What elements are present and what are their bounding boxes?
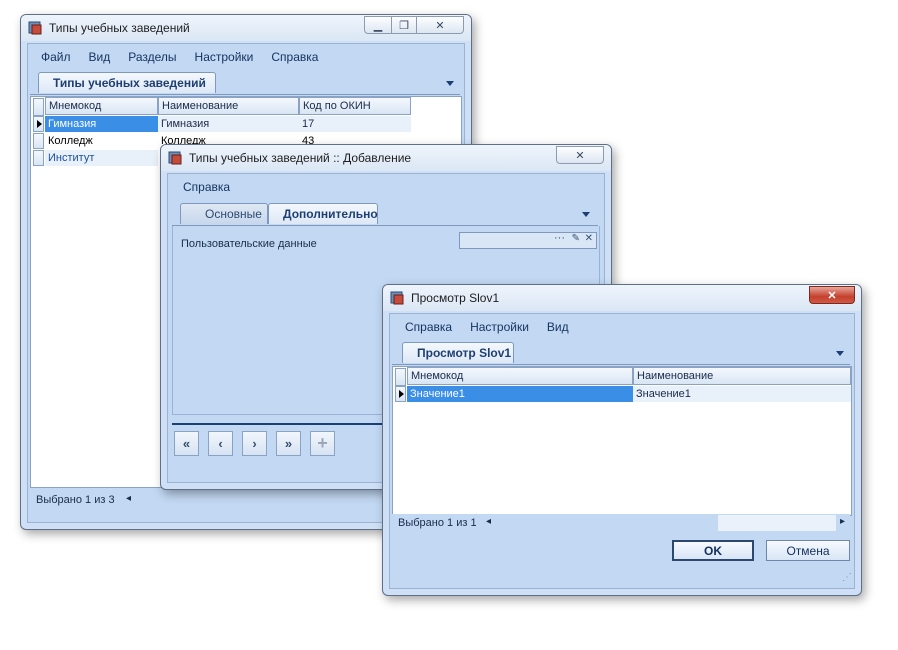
add-window-title: Типы учебных заведений :: Добавление (189, 151, 412, 165)
slov1-grid: Мнемокод Наименование Значение1 Значение… (392, 366, 852, 516)
view-menubar: Справка Настройки Вид (396, 316, 578, 338)
selection-status: Выбрано 1 из 1 (398, 517, 477, 529)
status-bar: Выбрано 1 из 1 ◂ ▸ (392, 514, 850, 532)
resize-grip-icon[interactable]: ⋰ (842, 572, 852, 583)
maximize-button[interactable]: ❐ (391, 16, 417, 34)
clear-icon[interactable]: ✕ (585, 233, 593, 244)
grid-header-indicator (395, 368, 406, 386)
view-tabstrip: Просмотр Slov1 (392, 342, 850, 365)
last-record-button[interactable]: » (276, 431, 301, 456)
view-window-title: Просмотр Slov1 (411, 291, 500, 305)
column-header-mnemocode[interactable]: Мнемокод (45, 97, 158, 115)
menu-file[interactable]: Файл (32, 46, 80, 68)
ok-button[interactable]: OK (672, 540, 754, 561)
main-tabstrip: Типы учебных заведений (30, 72, 460, 95)
app-icon (390, 291, 404, 305)
add-tabstrip: Основные Дополнительно (172, 203, 598, 226)
menu-settings[interactable]: Настройки (186, 46, 263, 68)
row-indicator[interactable] (33, 133, 44, 149)
tab-additional[interactable]: Дополнительно (268, 203, 378, 224)
menu-view[interactable]: Вид (538, 316, 578, 338)
table-cell[interactable]: 17 (299, 116, 411, 132)
tab-dropdown-icon[interactable] (582, 212, 590, 217)
view-window: Просмотр Slov1 ✕ Справка Настройки Вид П… (382, 284, 862, 596)
column-header-name[interactable]: Наименование (633, 367, 851, 385)
pin-icon[interactable]: ✎ (572, 233, 580, 244)
cancel-button[interactable]: Отмена (766, 540, 850, 561)
close-button[interactable]: ✕ (809, 286, 855, 304)
table-cell[interactable]: Значение1 (407, 386, 633, 402)
menu-view[interactable]: Вид (80, 46, 120, 68)
table-cell[interactable]: Гимназия (45, 116, 158, 132)
selection-status: Выбрано 1 из 3 (36, 494, 115, 506)
row-indicator[interactable] (33, 150, 44, 166)
scroll-left-icon[interactable]: ◂ (486, 516, 491, 527)
table-cell[interactable]: Гимназия (158, 116, 299, 132)
menu-help[interactable]: Справка (396, 316, 461, 338)
tab-view-slov1[interactable]: Просмотр Slov1 (402, 342, 514, 363)
current-row-arrow-icon (399, 390, 404, 398)
menu-help[interactable]: Справка (262, 46, 327, 68)
column-header-mnemocode[interactable]: Мнемокод (407, 367, 633, 385)
ellipsis-icon[interactable]: ··· (554, 232, 565, 244)
current-row-arrow-icon (37, 120, 42, 128)
main-window-title: Типы учебных заведений (49, 21, 190, 35)
main-window-titlebar[interactable]: Типы учебных заведений ▁ ❐ ✕ (21, 15, 471, 41)
minimize-button[interactable]: ▁ (364, 16, 392, 34)
tab-basic[interactable]: Основные (180, 203, 268, 224)
tab-dropdown-icon[interactable] (836, 351, 844, 356)
row-indicator[interactable] (33, 116, 44, 132)
user-data-label: Пользовательские данные (181, 238, 317, 250)
grid-header-indicator (33, 98, 44, 116)
scroll-right-icon[interactable]: ▸ (840, 516, 845, 527)
view-window-client: Справка Настройки Вид Просмотр Slov1 Мне… (389, 313, 855, 589)
app-icon (168, 151, 182, 165)
main-menubar: Файл Вид Разделы Настройки Справка (32, 46, 327, 68)
row-indicator[interactable] (395, 386, 406, 402)
menu-sections[interactable]: Разделы (119, 46, 185, 68)
user-data-field[interactable]: ··· ✎ ✕ (459, 232, 597, 249)
menu-help[interactable]: Справка (174, 176, 239, 198)
scroll-left-icon[interactable]: ◂ (126, 493, 131, 504)
prev-record-button[interactable]: ‹ (208, 431, 233, 456)
table-cell[interactable]: Колледж (45, 133, 158, 149)
menu-settings[interactable]: Настройки (461, 316, 538, 338)
horizontal-scrollbar[interactable] (718, 515, 836, 531)
column-header-okin[interactable]: Код по ОКИН (299, 97, 411, 115)
tab-dropdown-icon[interactable] (446, 81, 454, 86)
close-button[interactable]: ✕ (416, 16, 464, 34)
column-header-name[interactable]: Наименование (158, 97, 299, 115)
table-cell[interactable]: Институт (45, 150, 158, 166)
add-record-button[interactable]: + (310, 431, 335, 456)
add-menubar: Справка (174, 176, 239, 198)
tab-school-types[interactable]: Типы учебных заведений (38, 72, 216, 93)
table-cell[interactable]: Значение1 (633, 386, 851, 402)
next-record-button[interactable]: › (242, 431, 267, 456)
add-window-titlebar[interactable]: Типы учебных заведений :: Добавление ✕ (161, 145, 611, 171)
close-button[interactable]: ✕ (556, 146, 604, 164)
app-icon (28, 21, 42, 35)
first-record-button[interactable]: « (174, 431, 199, 456)
view-window-titlebar[interactable]: Просмотр Slov1 ✕ (383, 285, 861, 311)
